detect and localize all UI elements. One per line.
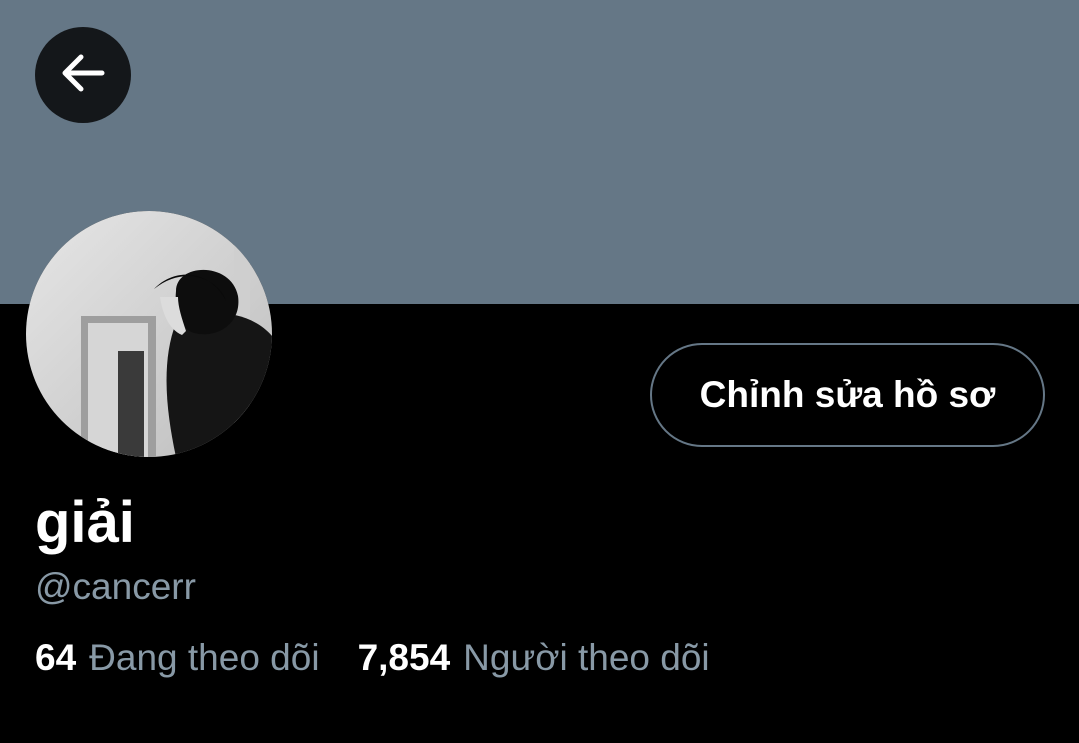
following-stat[interactable]: 64 Đang theo dõi bbox=[35, 636, 320, 680]
followers-label: Người theo dõi bbox=[463, 637, 710, 678]
avatar-photo bbox=[26, 211, 272, 457]
profile-stats: 64 Đang theo dõi 7,854 Người theo dõi bbox=[35, 636, 710, 680]
display-name: giải bbox=[35, 490, 135, 555]
arrow-left-icon bbox=[58, 48, 108, 103]
followers-count: 7,854 bbox=[357, 637, 451, 678]
following-label: Đang theo dõi bbox=[89, 637, 320, 678]
followers-stat[interactable]: 7,854 Người theo dõi bbox=[358, 636, 710, 680]
edit-profile-button[interactable]: Chỉnh sửa hồ sơ bbox=[650, 343, 1045, 447]
back-button[interactable] bbox=[35, 27, 131, 123]
profile-handle: @cancerr bbox=[35, 566, 196, 607]
avatar[interactable] bbox=[26, 211, 272, 457]
following-count: 64 bbox=[35, 637, 77, 678]
